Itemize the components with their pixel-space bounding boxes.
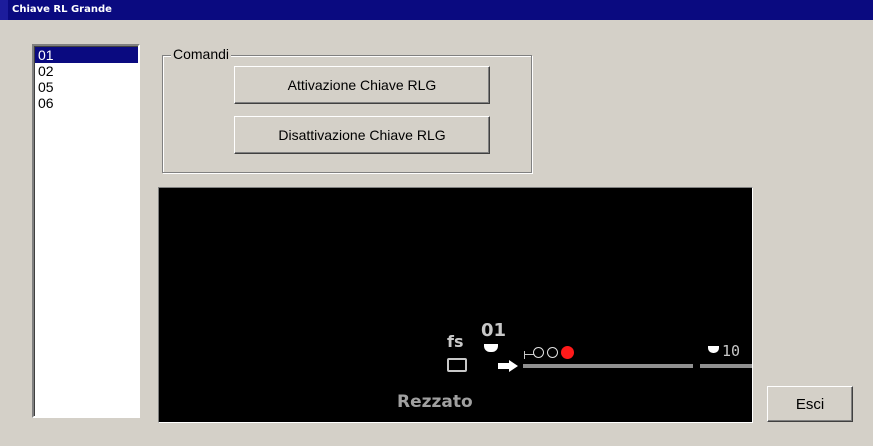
comandi-group-label: Comandi xyxy=(171,46,232,62)
esci-button[interactable]: Esci xyxy=(767,386,853,422)
disattivazione-chiave-button[interactable]: Disattivazione Chiave RLG xyxy=(234,116,490,154)
title-bar: Chiave RL Grande xyxy=(0,0,873,20)
direction-arrow-icon xyxy=(498,360,518,372)
title-bar-accent xyxy=(0,0,8,20)
key-listbox[interactable]: 01 02 05 06 xyxy=(32,44,140,418)
signal-lamp-icon xyxy=(547,347,558,358)
track-diagram-panel: fs 01 10 Rezzato xyxy=(158,187,753,423)
signal-head-icon xyxy=(708,346,719,353)
fs-label: fs xyxy=(447,332,464,351)
window-title: Chiave RL Grande xyxy=(12,4,112,15)
listbox-items: 01 02 05 06 xyxy=(34,46,138,416)
list-item[interactable]: 06 xyxy=(35,95,138,111)
track-segment xyxy=(523,364,693,368)
list-item[interactable]: 01 xyxy=(35,47,138,63)
signal-mast xyxy=(524,351,525,359)
fs-box-icon xyxy=(447,358,467,372)
attivazione-chiave-button[interactable]: Attivazione Chiave RLG xyxy=(234,66,490,104)
signal-head-icon xyxy=(484,344,498,352)
station-name: Rezzato xyxy=(397,392,473,412)
next-signal-number: 10 xyxy=(722,342,741,360)
signal-lamp-red-icon xyxy=(561,346,574,359)
track-segment xyxy=(700,364,752,368)
list-item[interactable]: 02 xyxy=(35,63,138,79)
signal-lamp-icon xyxy=(533,347,544,358)
signal-number: 01 xyxy=(481,320,507,341)
list-item[interactable]: 05 xyxy=(35,79,138,95)
